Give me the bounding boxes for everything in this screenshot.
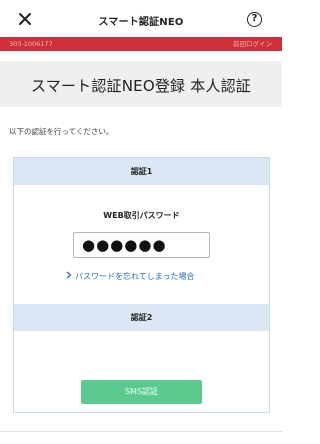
password-label: WEB取引パスワード	[103, 211, 180, 220]
forgot-password-label: パスワードを忘れてしまった場合	[75, 272, 195, 281]
bottom-divider	[0, 431, 282, 432]
forgot-password-link[interactable]: パスワードを忘れてしまった場合	[66, 271, 194, 282]
page-title: スマート認証NEO登録 本人認証	[30, 77, 252, 95]
instruction-text: 以下の認証を行ってください。	[9, 127, 114, 136]
auth-card: 認証1 WEB取引パスワード パスワードを忘れてしまった場合 認証2 SMS認証	[13, 157, 270, 413]
sms-auth-button[interactable]: SMS認証	[81, 380, 202, 404]
auth2-heading: 認証2	[14, 304, 269, 331]
top-app-bar: スマート認証NEO ?	[0, 0, 282, 37]
account-bar: 303-1006177 前回ログイン	[0, 37, 282, 51]
password-field[interactable]	[73, 232, 210, 258]
help-icon[interactable]: ?	[247, 12, 262, 27]
last-login-text: 前回ログイン	[233, 40, 272, 48]
app-title: スマート認証NEO	[98, 17, 184, 28]
auth1-heading: 認証1	[14, 158, 269, 185]
chevron-right-icon	[66, 271, 72, 281]
account-number: 303-1006177	[9, 40, 53, 48]
page-heading-band: スマート認証NEO登録 本人認証	[0, 61, 282, 107]
